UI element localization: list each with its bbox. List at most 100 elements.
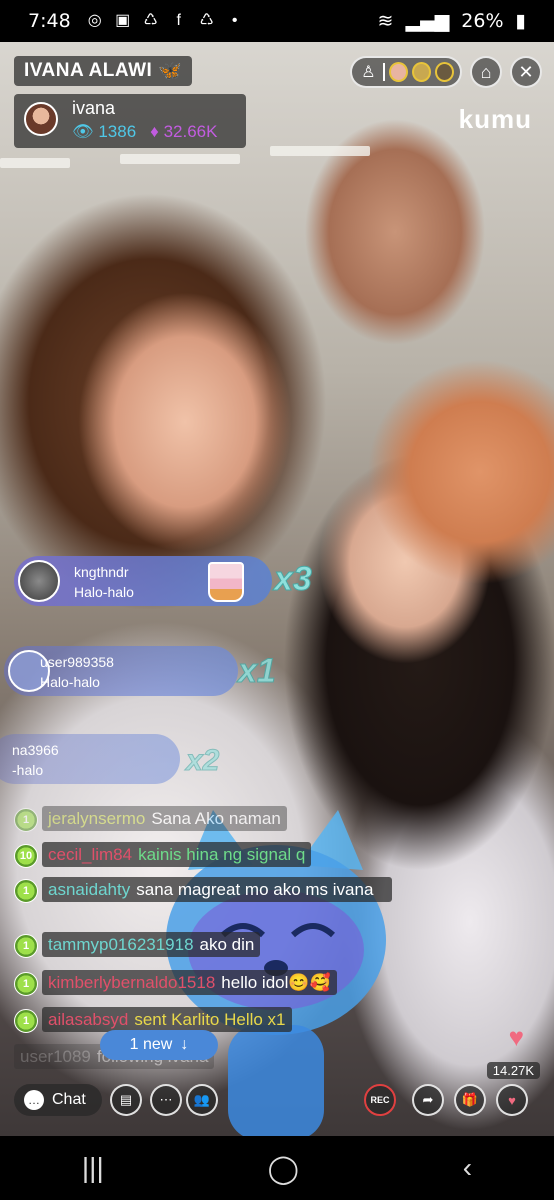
chat-bubble: jeralynsermo Sana Ako naman: [42, 806, 287, 831]
chat-username[interactable]: cecil_lim84: [48, 845, 132, 864]
viewer-count: 👁 1386: [72, 122, 136, 142]
home-nav-icon[interactable]: ◯: [268, 1152, 299, 1185]
document-icon: ▤: [119, 1092, 133, 1107]
chat-text: sent Karlito Hello x1: [134, 1010, 286, 1029]
battery-icon: ▮: [515, 10, 526, 32]
gift-icon: 🎁: [461, 1092, 479, 1107]
heart-icon: ♥: [508, 1022, 524, 1052]
close-button[interactable]: ✕: [510, 56, 542, 88]
system-nav-bar: ||| ◯ ‹: [0, 1136, 554, 1200]
chat-text: ako din: [199, 935, 255, 954]
gift-sender: user989358: [40, 654, 114, 670]
gift-multiplier: x3: [274, 560, 313, 599]
host-name: ivana: [72, 98, 116, 118]
avatar: [18, 560, 60, 602]
avatar[interactable]: [24, 102, 58, 136]
chat-message[interactable]: 10 cecil_lim84 kainis hina ng signal q: [14, 842, 312, 868]
clock: 7:48: [28, 10, 71, 32]
wifi-icon: ≋: [377, 10, 394, 32]
viewer-avatar[interactable]: [411, 62, 431, 82]
person-icon: ♙: [361, 64, 376, 81]
gift-item: Halo-halo: [74, 584, 134, 600]
gift-item: Halo-halo: [40, 674, 100, 690]
gift-sender: na3966: [12, 742, 59, 758]
back-icon[interactable]: ‹: [463, 1152, 472, 1184]
gift-banner: kngthndr Halo-halo: [14, 556, 272, 606]
status-bar: 7:48 ◎ ▣ ♺ f ♺ • ≋ ▂▄▆ 26% ▮: [0, 0, 554, 42]
heart-icon: ♥: [508, 1092, 516, 1108]
dot-icon: •: [231, 12, 238, 29]
chat-text: Sana Ako naman: [151, 809, 281, 828]
host-stats: 👁 1386 ♦ 32.66K: [72, 122, 217, 142]
new-messages-label: 1 new: [129, 1036, 173, 1053]
chat-text: sana magreat mo ako ms ivana: [136, 880, 374, 899]
ceiling-light: [0, 158, 70, 168]
guests-button[interactable]: 👥: [186, 1084, 218, 1116]
gift-sender: kngthndr: [74, 564, 129, 580]
arrow-down-icon: ↓: [180, 1036, 189, 1053]
share-icon: ➦: [422, 1092, 434, 1107]
like-count: 14.27K: [486, 1062, 540, 1079]
chat-bubble: cecil_lim84 kainis hina ng signal q: [42, 842, 312, 867]
halo-halo-icon: [208, 562, 244, 602]
chat-username[interactable]: jeralynsermo: [48, 809, 145, 828]
gift-multiplier: x1: [238, 652, 277, 691]
chat-message[interactable]: 1 kimberlybernaldo1518 hello idol😊🥰: [14, 970, 337, 996]
diamond-icon: ♦: [150, 122, 159, 141]
chat-bubble: ailasabsyd sent Karlito Hello x1: [42, 1007, 292, 1032]
facebook-icon: f: [176, 12, 181, 29]
stream-title[interactable]: IVANA ALAWI 🦋: [14, 56, 193, 86]
people-icon: 👥: [193, 1092, 211, 1107]
chat-username[interactable]: ailasabsyd: [48, 1010, 128, 1029]
chat-bubble: kimberlybernaldo1518 hello idol😊🥰: [42, 970, 337, 995]
more-button[interactable]: ⋯: [150, 1084, 182, 1116]
top-controls: ♙ ⌂ ✕: [350, 56, 542, 88]
home-button[interactable]: ⌂: [470, 56, 502, 88]
chat-button[interactable]: … Chat: [14, 1084, 102, 1116]
eye-icon: 👁: [72, 122, 94, 141]
chat-message[interactable]: 1 asnaidahty sana magreat mo ako ms ivana: [14, 877, 392, 903]
gift-banner: user989358 Halo-halo: [4, 646, 238, 696]
chat-bubble-icon: …: [24, 1090, 44, 1110]
recycle-icon: ♺: [199, 12, 214, 29]
chat-bubble: asnaidahty sana magreat mo ako ms ivana: [42, 877, 392, 902]
divider: [382, 63, 385, 81]
recycle-icon: ♺: [143, 12, 158, 29]
gift-item: -halo: [12, 762, 44, 778]
audience-pill[interactable]: ♙: [350, 56, 462, 88]
level-badge: 10: [14, 844, 38, 868]
share-button[interactable]: ➦: [412, 1084, 444, 1116]
more-icon: ⋯: [159, 1092, 173, 1107]
viewer-avatar[interactable]: [388, 62, 408, 82]
app-icon: ▣: [115, 12, 131, 29]
battery-percent: 26%: [461, 10, 504, 32]
recents-icon[interactable]: |||: [82, 1152, 104, 1184]
chat-username[interactable]: asnaidahty: [48, 880, 130, 899]
system-indicators: ≋ ▂▄▆ 26% ▮: [378, 10, 526, 32]
level-badge: 1: [14, 1009, 38, 1033]
host-info[interactable]: ivana 👁 1386 ♦ 32.66K: [14, 94, 246, 148]
like-button[interactable]: ♥: [496, 1084, 528, 1116]
transcript-button[interactable]: ▤: [110, 1084, 142, 1116]
level-badge: 1: [14, 972, 38, 996]
bottom-toolbar: … Chat ▤ ⋯ 👥 REC ➦ 🎁 ♥: [0, 1080, 554, 1120]
kumu-logo: kumu: [458, 104, 532, 134]
home-icon: ⌂: [480, 61, 492, 82]
diamond-count: ♦ 32.66K: [150, 122, 217, 142]
chat-username[interactable]: user1089: [20, 1047, 91, 1066]
diamond-count-value: 32.66K: [163, 122, 218, 141]
chat-username[interactable]: tammyp016231918: [48, 935, 194, 954]
new-messages-button[interactable]: 1 new ↓: [100, 1030, 218, 1060]
messenger-icon: ◎: [87, 12, 102, 29]
chat-bubble: tammyp016231918 ako din: [42, 932, 261, 957]
chat-username[interactable]: kimberlybernaldo1518: [48, 973, 215, 992]
ceiling-light: [120, 154, 240, 164]
close-icon: ✕: [518, 61, 534, 82]
gift-button[interactable]: 🎁: [454, 1084, 486, 1116]
viewer-avatar[interactable]: [434, 62, 454, 82]
viewer-count-value: 1386: [98, 122, 137, 141]
signal-icon: ▂▄▆: [405, 10, 450, 32]
chat-message[interactable]: 1 tammyp016231918 ako din: [14, 932, 261, 958]
chat-message[interactable]: 1 jeralynsermo Sana Ako naman: [14, 806, 287, 832]
record-button[interactable]: REC: [364, 1084, 396, 1116]
